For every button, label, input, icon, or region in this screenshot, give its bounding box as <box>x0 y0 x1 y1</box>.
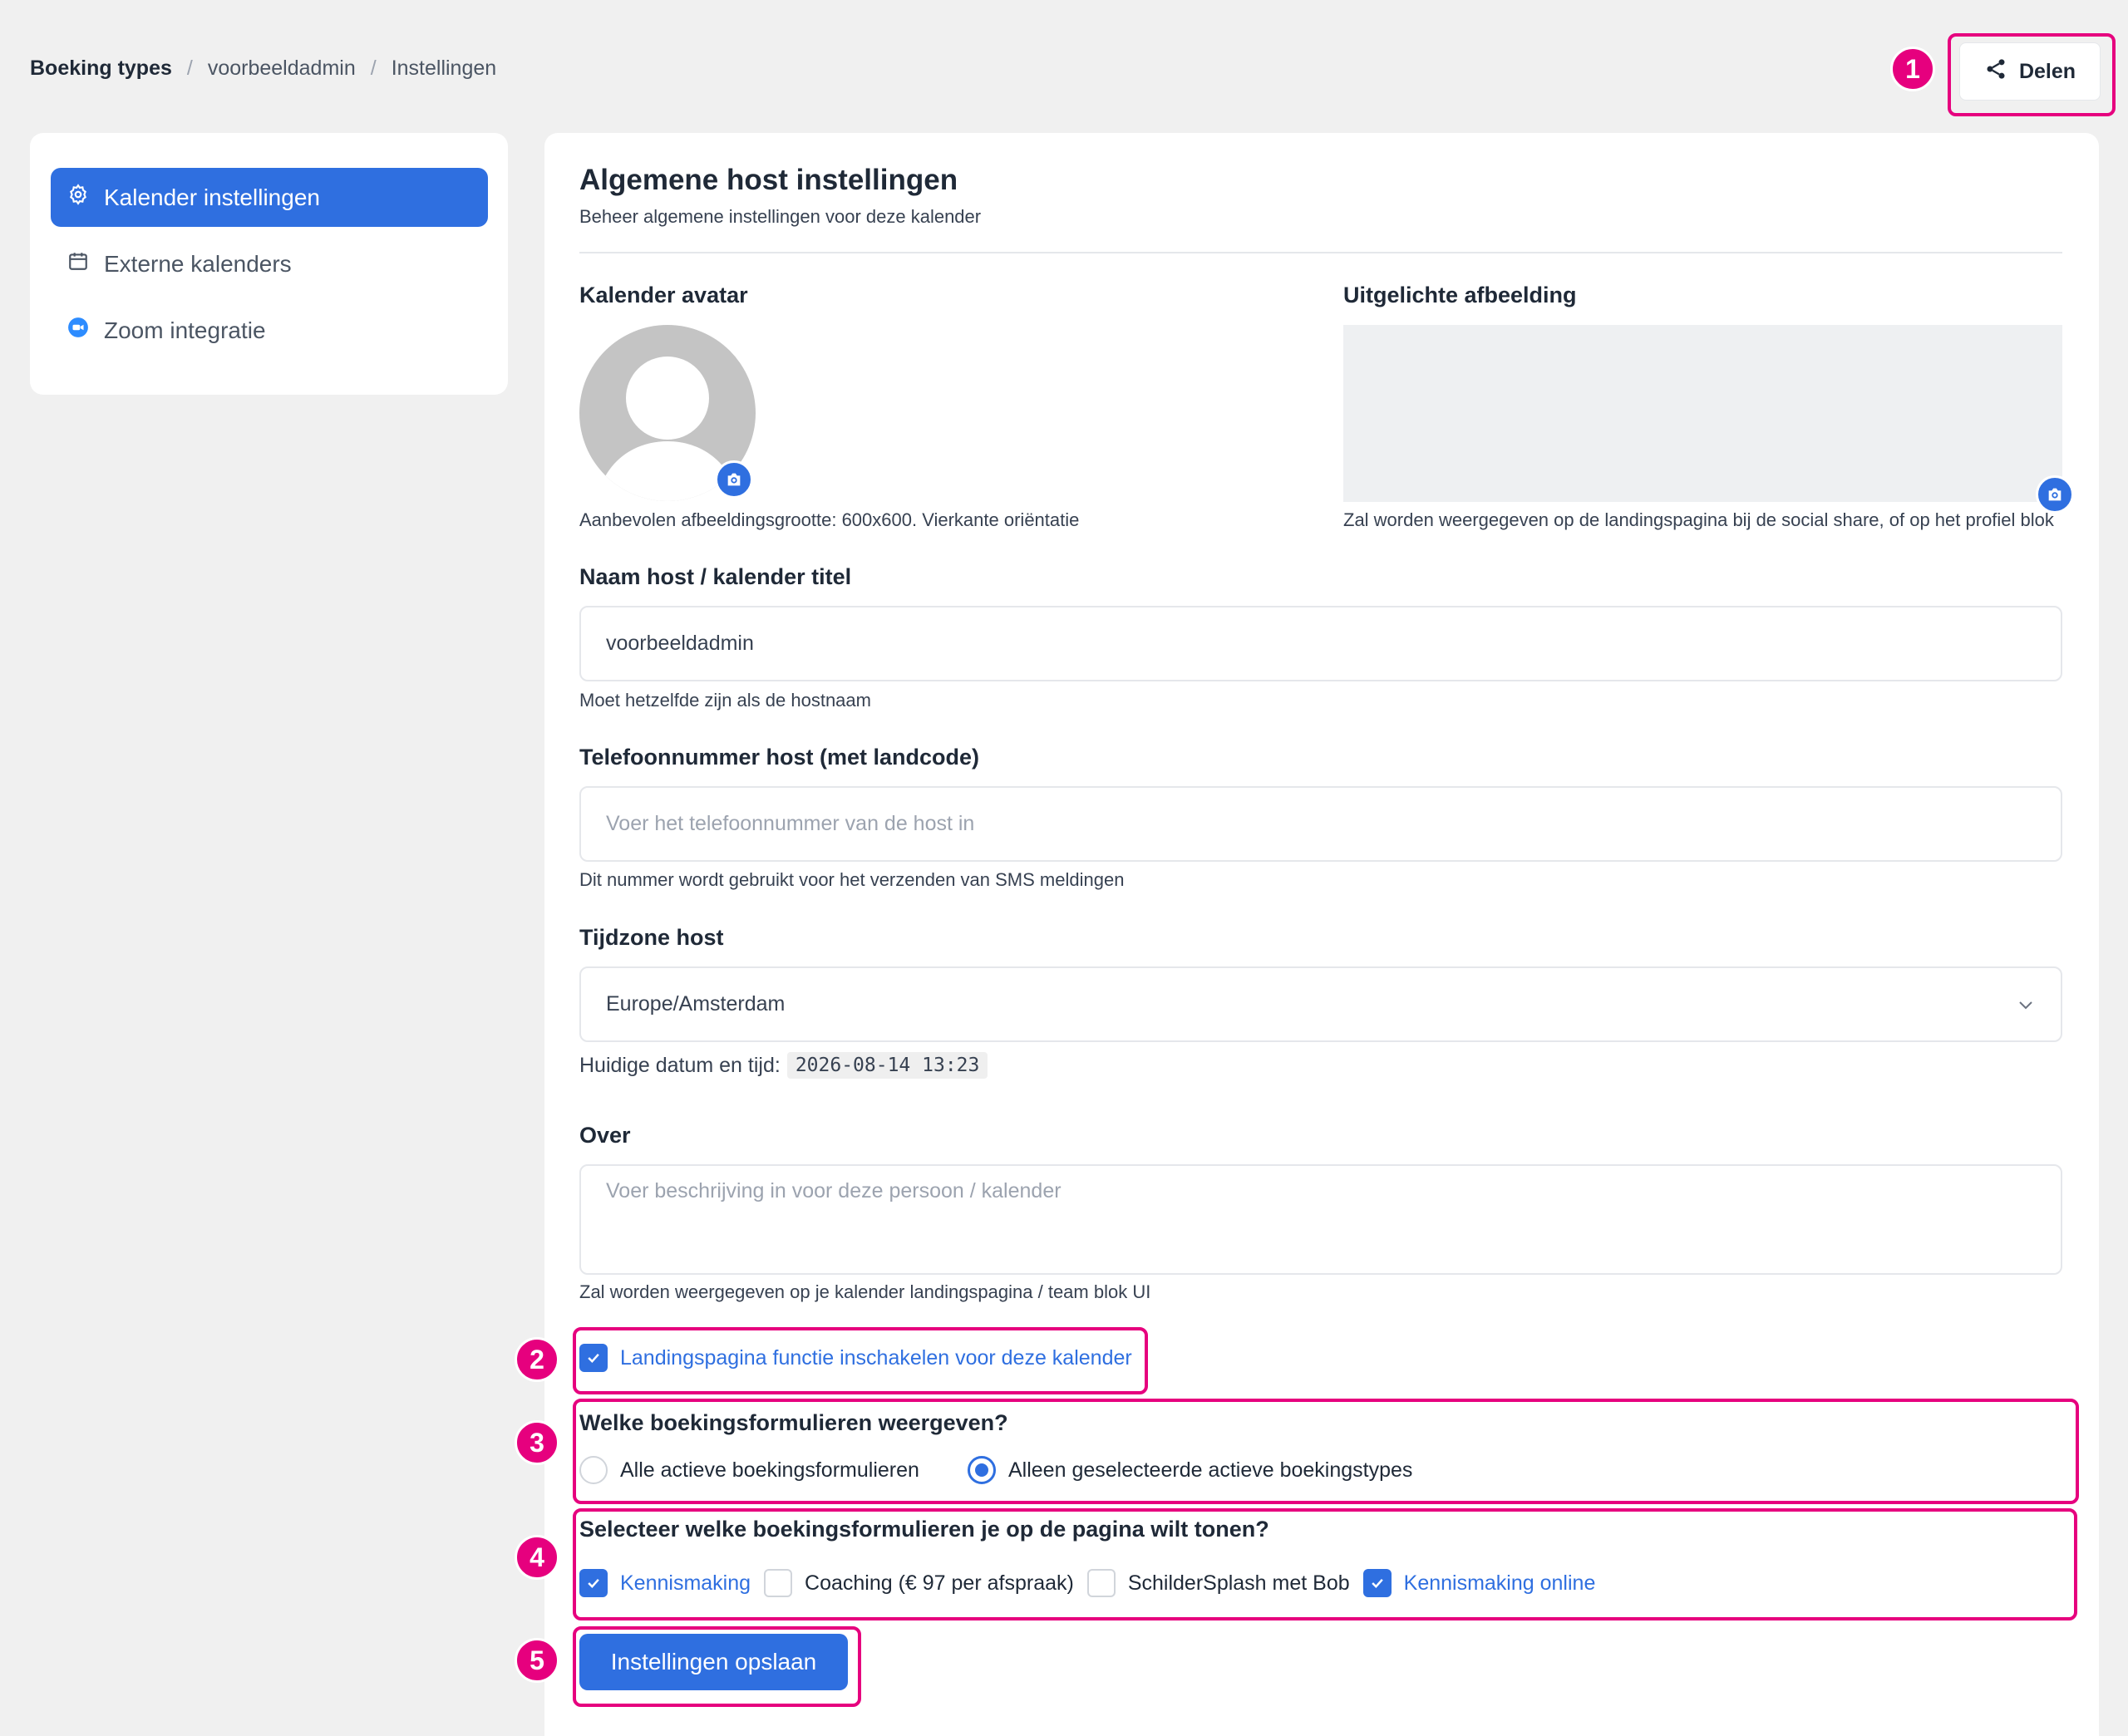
radio-unselected-icon[interactable] <box>579 1456 608 1484</box>
avatar-camera-icon[interactable] <box>715 460 753 499</box>
about-help: Zal worden weergegeven op je kalender la… <box>579 1281 1151 1302</box>
zoom-icon <box>67 317 89 344</box>
chevron-down-icon <box>2016 995 2036 1020</box>
divider <box>579 252 2062 253</box>
annotation-badge-2: 2 <box>515 1337 559 1382</box>
radio-selected-icon[interactable] <box>968 1456 996 1484</box>
landing-page-checkbox[interactable]: Landingspagina functie inschakelen voor … <box>579 1344 1132 1372</box>
radio-selected-types-label: Alleen geselecteerde actieve boekingstyp… <box>1008 1458 1413 1482</box>
checkbox-schildersplash[interactable] <box>1086 1569 1116 1597</box>
annotation-badge-1: 1 <box>1890 47 1935 91</box>
form-option-label: Kennismaking online <box>1403 1571 1596 1595</box>
phone-input[interactable]: Voer het telefoonnummer van de host in <box>579 786 2062 862</box>
page-subtitle: Beheer algemene instellingen voor deze k… <box>579 206 982 227</box>
sidebar-item-label: Externe kalenders <box>104 250 292 277</box>
host-name-label: Naam host / kalender titel <box>579 564 852 589</box>
current-datetime-value: 2026-08-14 13:23 <box>786 1052 988 1079</box>
form-option-label: SchilderSplash met Bob <box>1127 1571 1350 1595</box>
timezone-select[interactable]: Europe/Amsterdam <box>579 966 2062 1042</box>
annotation-badge-4: 4 <box>515 1535 559 1580</box>
forms-question-label: Welke boekingsformulieren weergeven? <box>579 1410 1008 1435</box>
landing-page-checkbox-label: Landingspagina functie inschakelen voor … <box>620 1345 1132 1370</box>
avatar-label: Kalender avatar <box>579 283 748 307</box>
breadcrumb-separator: / <box>186 57 193 80</box>
about-label: Over <box>579 1123 631 1148</box>
select-forms-options: Kennismaking Coaching (€ 97 per afspraak… <box>579 1569 1595 1597</box>
sidebar-item-label: Zoom integratie <box>104 317 266 343</box>
timezone-value: Europe/Amsterdam <box>606 992 786 1016</box>
annotation-badge-3: 3 <box>515 1420 559 1465</box>
sidebar: Kalender instellingen Externe kalenders … <box>30 133 508 395</box>
share-icon <box>1984 57 2007 86</box>
radio-all-active-label: Alle actieve boekingsformulieren <box>620 1458 919 1482</box>
breadcrumb-host[interactable]: voorbeeldadmin <box>208 57 356 81</box>
annotation-badge-5: 5 <box>515 1638 559 1683</box>
share-label: Delen <box>2018 59 2076 83</box>
about-textarea[interactable]: Voer beschrijving in voor deze persoon /… <box>579 1164 2062 1275</box>
form-option-label: Coaching (€ 97 per afspraak) <box>805 1571 1074 1595</box>
select-forms-label: Selecteer welke boekingsformulieren je o… <box>579 1517 1269 1542</box>
share-button[interactable]: Delen <box>1959 42 2101 101</box>
current-datetime: Huidige datum en tijd: 2026-08-14 13:23 <box>579 1052 988 1079</box>
phone-help: Dit nummer wordt gebruikt voor het verze… <box>579 869 1125 890</box>
timezone-label: Tijdzone host <box>579 925 724 950</box>
host-name-help: Moet hetzelfde zijn als de hostnaam <box>579 690 871 711</box>
sidebar-item-kalender-instellingen[interactable]: Kalender instellingen <box>51 168 488 227</box>
featured-image[interactable] <box>1343 325 2062 502</box>
current-datetime-label: Huidige datum en tijd: <box>579 1053 781 1077</box>
radio-selected-types[interactable]: Alleen geselecteerde actieve boekingstyp… <box>968 1456 1412 1484</box>
breadcrumb-boeking-types[interactable]: Boeking types <box>30 57 172 81</box>
sidebar-item-externe-kalenders[interactable]: Externe kalenders <box>51 234 488 293</box>
avatar-help: Aanbevolen afbeeldingsgrootte: 600x600. … <box>579 509 1080 530</box>
checkbox-coaching[interactable] <box>764 1569 793 1597</box>
breadcrumb-current: Instellingen <box>391 57 497 80</box>
featured-image-help: Zal worden weergegeven op de landingspag… <box>1343 509 2054 530</box>
gear-icon <box>67 184 89 211</box>
checkbox-checked-icon[interactable] <box>579 1344 608 1372</box>
sidebar-item-zoom-integratie[interactable]: Zoom integratie <box>51 301 488 360</box>
sidebar-item-label: Kalender instellingen <box>104 184 320 210</box>
phone-label: Telefoonnummer host (met landcode) <box>579 745 980 770</box>
breadcrumb: Boeking types / voorbeeldadmin / Instell… <box>30 57 496 81</box>
featured-image-label: Uitgelichte afbeelding <box>1343 283 1577 307</box>
radio-all-active[interactable]: Alle actieve boekingsformulieren <box>579 1456 919 1484</box>
save-settings-button[interactable]: Instellingen opslaan <box>579 1634 848 1690</box>
checkbox-kennismaking[interactable] <box>579 1569 608 1597</box>
featured-camera-icon[interactable] <box>2036 475 2074 514</box>
host-name-input[interactable]: voorbeeldadmin <box>579 606 2062 681</box>
form-option-label: Kennismaking <box>620 1571 751 1595</box>
calendar-icon <box>67 250 89 278</box>
checkbox-kennismaking-online[interactable] <box>1362 1569 1392 1597</box>
breadcrumb-separator: / <box>370 57 377 80</box>
page-title: Algemene host instellingen <box>579 164 958 196</box>
